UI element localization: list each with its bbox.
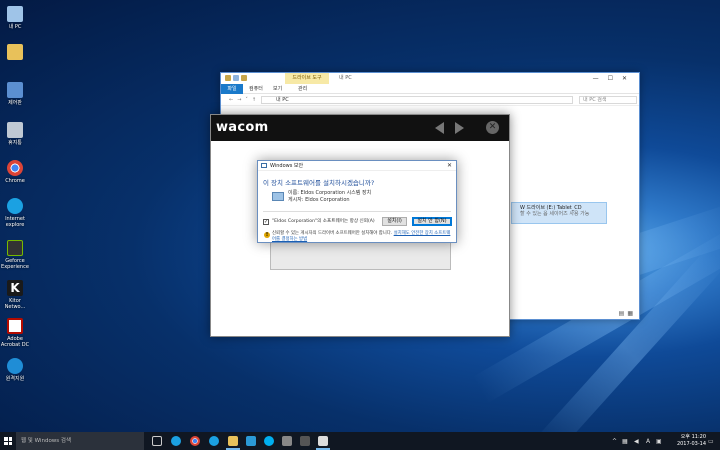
tablet-driver-icon[interactable] — [300, 436, 310, 446]
explorer-search-input[interactable]: 내 PC 검색 — [579, 96, 637, 104]
taskbar-search-box[interactable]: 웹 및 Windows 검색 — [16, 432, 144, 450]
desktop-icon-label: Chrome — [5, 178, 25, 184]
tab-file[interactable]: 파일 — [221, 84, 243, 94]
desktop-icon-recycle-bin[interactable]: 휴지통 — [0, 122, 30, 146]
desktop-icon-label: 내 PC — [8, 24, 22, 30]
internet-explorer-icon — [7, 198, 23, 214]
desktop-icon-label: Internet explore — [5, 216, 25, 228]
desktop-icon-control-panel[interactable]: 제어판 — [0, 82, 30, 106]
close-icon[interactable]: ✕ — [486, 121, 499, 134]
address-bar[interactable]: 내 PC — [261, 96, 573, 104]
view-toggle-icons[interactable]: ▤▦ — [619, 310, 636, 317]
desktop-icon-label: Adobe Acrobat DC — [0, 336, 30, 348]
properties-icon[interactable] — [233, 75, 239, 81]
acrobat-icon — [7, 318, 23, 334]
drive-item-subtext: 할 수 있는 옵 세이어즈 사용 가능 — [520, 211, 590, 217]
desktop-icon-folder[interactable] — [0, 44, 30, 62]
tray-chevron-icon[interactable]: ^ — [612, 438, 617, 445]
skype-icon[interactable] — [264, 436, 274, 446]
divider — [263, 211, 451, 212]
clock-time: 오후 11:20 — [680, 434, 706, 440]
dialog-titlebar[interactable]: Windows 보안 ✕ — [258, 161, 456, 171]
tab-manage[interactable]: 관리 — [298, 84, 307, 94]
desktop-icon-kitor[interactable]: K Kitor Netwo... — [0, 280, 30, 310]
desktop-icon-remote-support[interactable]: 원격지원 — [0, 358, 30, 382]
warning-message: 신뢰할 수 있는 게시자의 드라이버 소프트웨어만 설치해야 합니다. 설치해도… — [272, 231, 454, 242]
desktop-icon-label: Kitor Netwo... — [4, 298, 26, 310]
desktop-icon-my-pc[interactable]: 내 PC — [0, 6, 30, 30]
file-explorer-icon[interactable] — [228, 436, 238, 446]
desktop-icon-label: 원격지원 — [5, 376, 25, 382]
ime-icon[interactable]: A — [646, 438, 650, 445]
folder-icon — [7, 44, 23, 60]
always-trust-checkbox[interactable]: ✓ — [263, 219, 269, 225]
install-question: 이 장치 소프트웨어를 설치하시겠습니까? — [263, 179, 375, 187]
drive-tools-context-tab[interactable]: 드라이브 도구 — [285, 73, 329, 84]
explorer-title: 내 PC — [339, 75, 352, 81]
folder-icon[interactable] — [225, 75, 231, 81]
next-arrow-icon[interactable] — [455, 122, 464, 134]
tab-computer[interactable]: 컴퓨터 — [249, 84, 263, 94]
clock[interactable]: 오후 11:20 2017-03-14 — [677, 434, 706, 447]
drive-item-tablet-cd[interactable]: W 드라이브 (E:) Tablet_CD 할 수 있는 옵 세이어즈 사용 가… — [511, 202, 607, 224]
device-icon — [272, 192, 284, 201]
wacom-logo: wacom — [216, 120, 269, 135]
quick-access-toolbar — [225, 75, 261, 82]
windows-security-dialog[interactable]: Windows 보안 ✕ 이 장치 소프트웨어를 설치하시겠습니까? 이름: E… — [257, 160, 457, 243]
volume-icon[interactable]: ◀ — [634, 438, 639, 445]
windows-start-icon[interactable] — [4, 437, 12, 445]
navigation-arrows[interactable]: ←→˅↑ — [229, 94, 260, 106]
computer-icon — [7, 6, 23, 22]
store-icon[interactable] — [246, 436, 256, 446]
address-path: 내 PC — [276, 97, 289, 103]
desktop-icon-chrome[interactable]: Chrome — [0, 160, 30, 184]
always-trust-label[interactable]: "Eldos Corporation"의 소프트웨어는 항상 신뢰(A) — [272, 219, 375, 225]
remote-support-icon — [7, 358, 23, 374]
control-panel-icon — [7, 82, 23, 98]
explorer-titlebar[interactable]: 드라이브 도구 내 PC —☐✕ — [221, 73, 639, 84]
tab-view[interactable]: 보기 — [273, 84, 282, 94]
warning-text: 신뢰할 수 있는 게시자의 드라이버 소프트웨어만 설치해야 합니다. — [272, 231, 394, 236]
device-name: 이름: Eldos Corporation 시스템 장치 — [288, 190, 372, 196]
task-view-icon[interactable] — [152, 436, 162, 446]
close-icon[interactable]: ✕ — [447, 161, 452, 171]
desktop-icon-geforce[interactable]: Geforce Experience — [0, 240, 30, 270]
dialog-backdrop-panel — [270, 243, 451, 270]
taskbar-search-placeholder: 웹 및 Windows 검색 — [21, 438, 72, 444]
install-button[interactable]: 설치(I) — [382, 217, 407, 226]
explorer-address-row: ←→˅↑ 내 PC 내 PC 검색 — [221, 94, 639, 106]
notifications-icon[interactable]: ▭ — [708, 438, 714, 445]
chrome-icon — [7, 160, 23, 176]
desktop-icon-acrobat[interactable]: Adobe Acrobat DC — [0, 318, 30, 348]
desktop-icon-label: 휴지통 — [8, 140, 22, 146]
device-info: 이름: Eldos Corporation 시스템 장치 게시자: Eldos … — [288, 190, 371, 203]
window-icon — [261, 163, 267, 168]
installer-window-icon[interactable] — [318, 436, 328, 446]
network-icon[interactable]: ▦ — [622, 438, 628, 445]
recycle-bin-icon — [7, 122, 23, 138]
internet-explorer-icon[interactable] — [209, 436, 219, 446]
desktop-icon-internet-explorer[interactable]: Internet explore — [0, 198, 30, 228]
geforce-icon — [7, 240, 23, 256]
desktop-icon-label: 제어판 — [8, 100, 22, 106]
warning-shield-icon: ! — [264, 232, 270, 238]
previous-arrow-icon[interactable] — [435, 122, 444, 134]
desktop-icon-label: Geforce Experience — [1, 258, 29, 270]
device-publisher: 게시자: Eldos Corporation — [288, 196, 350, 203]
chrome-icon[interactable] — [190, 436, 200, 446]
explorer-ribbon-tabs: 파일 컴퓨터 보기 관리 — [221, 84, 639, 94]
edge-icon[interactable] — [171, 436, 181, 446]
kitor-icon: K — [7, 280, 23, 296]
dont-install-button[interactable]: 설치 안 함(N) — [412, 217, 452, 226]
taskbar: 웹 및 Windows 검색 ^ ▦ ◀ A ▣ 오후 11:20 2017-0… — [0, 432, 720, 450]
wacom-header: wacom ✕ — [211, 115, 509, 141]
clock-date: 2017-03-14 — [676, 440, 706, 447]
window-controls[interactable]: —☐✕ — [593, 73, 636, 84]
dialog-title: Windows 보안 — [270, 163, 304, 169]
app-icon[interactable] — [282, 436, 292, 446]
new-folder-icon[interactable] — [241, 75, 247, 81]
language-icon[interactable]: ▣ — [656, 438, 662, 445]
